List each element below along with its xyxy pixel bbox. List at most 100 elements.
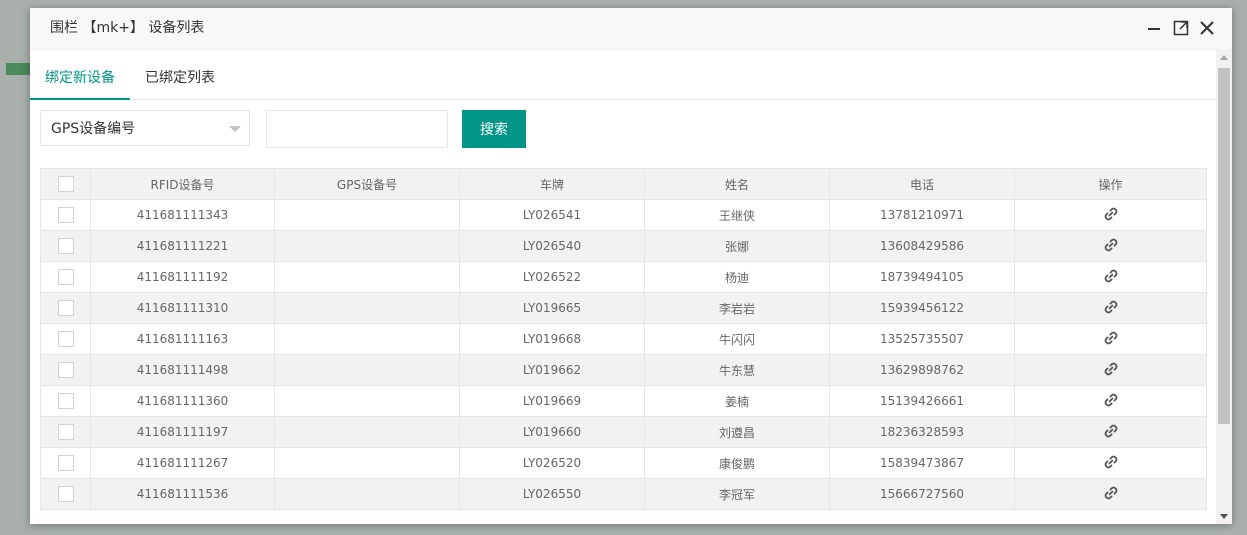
link-icon[interactable] xyxy=(1103,423,1119,442)
cell-rfid: 411681111536 xyxy=(90,478,275,510)
header-phone[interactable]: 电话 xyxy=(829,168,1015,200)
row-select-cell xyxy=(40,230,91,262)
header-plate[interactable]: 车牌 xyxy=(459,168,645,200)
link-icon[interactable] xyxy=(1103,392,1119,411)
header-name[interactable]: 姓名 xyxy=(644,168,830,200)
row-checkbox[interactable] xyxy=(57,393,74,409)
header-select-all-cell xyxy=(40,168,91,200)
cell-plate: LY019665 xyxy=(459,292,645,324)
maximize-icon[interactable] xyxy=(1172,19,1190,37)
table-row[interactable]: 411681111221 LY026540 张娜 13608429586 xyxy=(40,230,1207,262)
row-select-cell xyxy=(40,199,91,231)
cell-phone: 15139426661 xyxy=(829,385,1015,417)
cell-action xyxy=(1014,478,1207,510)
cell-phone: 15839473867 xyxy=(829,447,1015,479)
minimize-icon[interactable] xyxy=(1145,19,1163,37)
cell-name: 李冠军 xyxy=(644,478,830,510)
cell-phone: 13608429586 xyxy=(829,230,1015,262)
cell-rfid: 411681111360 xyxy=(90,385,275,417)
row-checkbox[interactable] xyxy=(57,300,74,316)
row-select-cell xyxy=(40,385,91,417)
search-button[interactable]: 搜索 xyxy=(462,110,526,148)
cell-plate: LY019662 xyxy=(459,354,645,386)
table-row[interactable]: 411681111197 LY019660 刘遵昌 18236328593 xyxy=(40,416,1207,448)
table-row[interactable]: 411681111267 LY026520 康俊鹏 15839473867 xyxy=(40,447,1207,479)
cell-gps xyxy=(274,354,460,386)
row-checkbox[interactable] xyxy=(57,424,74,440)
tab-bar: 绑定新设备 已绑定列表 xyxy=(30,50,1216,100)
row-checkbox[interactable] xyxy=(57,331,74,347)
select-all-checkbox[interactable] xyxy=(57,176,74,192)
cell-phone: 13525735507 xyxy=(829,323,1015,355)
cell-plate: LY026540 xyxy=(459,230,645,262)
cell-plate: LY019669 xyxy=(459,385,645,417)
cell-phone: 15666727560 xyxy=(829,478,1015,510)
cell-name: 王继侠 xyxy=(644,199,830,231)
cell-action xyxy=(1014,385,1207,417)
table-row[interactable]: 411681111310 LY019665 李岩岩 15939456122 xyxy=(40,292,1207,324)
dialog-title: 围栏 【mk+】 设备列表 xyxy=(50,20,205,36)
cell-phone: 18236328593 xyxy=(829,416,1015,448)
cell-gps xyxy=(274,478,460,510)
cell-phone: 13781210971 xyxy=(829,199,1015,231)
cell-action xyxy=(1014,354,1207,386)
cell-name: 杨迪 xyxy=(644,261,830,293)
search-field-select[interactable]: GPS设备编号 xyxy=(40,110,250,146)
header-action: 操作 xyxy=(1014,168,1207,200)
link-icon[interactable] xyxy=(1103,330,1119,349)
cell-gps xyxy=(274,199,460,231)
dialog-scrollbar[interactable] xyxy=(1216,50,1232,524)
link-icon[interactable] xyxy=(1103,237,1119,256)
cell-rfid: 411681111310 xyxy=(90,292,275,324)
cell-phone: 18739494105 xyxy=(829,261,1015,293)
tab-bind-new-device[interactable]: 绑定新设备 xyxy=(30,50,130,100)
table-row[interactable]: 411681111498 LY019662 牛东慧 13629898762 xyxy=(40,354,1207,386)
cell-rfid: 411681111192 xyxy=(90,261,275,293)
table-row[interactable]: 411681111536 LY026550 李冠军 15666727560 xyxy=(40,478,1207,510)
cell-action xyxy=(1014,292,1207,324)
scroll-down-icon[interactable] xyxy=(1220,514,1228,519)
link-icon[interactable] xyxy=(1103,454,1119,473)
tab-bound-list[interactable]: 已绑定列表 xyxy=(130,50,230,98)
header-rfid[interactable]: RFID设备号 xyxy=(90,168,275,200)
row-checkbox[interactable] xyxy=(57,455,74,471)
cell-action xyxy=(1014,447,1207,479)
search-input[interactable] xyxy=(266,110,448,148)
scrollbar-thumb[interactable] xyxy=(1218,68,1230,424)
table-row[interactable]: 411681111360 LY019669 姜楠 15139426661 xyxy=(40,385,1207,417)
table-row[interactable]: 411681111343 LY026541 王继侠 13781210971 xyxy=(40,199,1207,231)
link-icon[interactable] xyxy=(1103,485,1119,504)
cell-gps xyxy=(274,385,460,417)
chevron-down-icon xyxy=(229,126,241,132)
close-icon[interactable] xyxy=(1198,19,1216,37)
cell-gps xyxy=(274,261,460,293)
cell-name: 姜楠 xyxy=(644,385,830,417)
row-checkbox[interactable] xyxy=(57,269,74,285)
link-icon[interactable] xyxy=(1103,206,1119,225)
row-checkbox[interactable] xyxy=(57,238,74,254)
scroll-up-icon[interactable] xyxy=(1220,55,1228,60)
row-checkbox[interactable] xyxy=(57,362,74,378)
dialog-title-bar[interactable]: 围栏 【mk+】 设备列表 xyxy=(30,8,1232,50)
cell-action xyxy=(1014,199,1207,231)
table-row[interactable]: 411681111192 LY026522 杨迪 18739494105 xyxy=(40,261,1207,293)
cell-rfid: 411681111498 xyxy=(90,354,275,386)
header-gps[interactable]: GPS设备号 xyxy=(274,168,460,200)
cell-name: 刘遵昌 xyxy=(644,416,830,448)
cell-plate: LY026541 xyxy=(459,199,645,231)
table-header-row: RFID设备号 GPS设备号 车牌 姓名 电话 操作 xyxy=(40,168,1207,200)
cell-name: 李岩岩 xyxy=(644,292,830,324)
link-icon[interactable] xyxy=(1103,299,1119,318)
cell-plate: LY026550 xyxy=(459,478,645,510)
row-checkbox[interactable] xyxy=(57,486,74,502)
cell-plate: LY026522 xyxy=(459,261,645,293)
cell-plate: LY019660 xyxy=(459,416,645,448)
row-select-cell xyxy=(40,416,91,448)
table-row[interactable]: 411681111163 LY019668 牛闪闪 13525735507 xyxy=(40,323,1207,355)
cell-gps xyxy=(274,292,460,324)
cell-gps xyxy=(274,323,460,355)
row-checkbox[interactable] xyxy=(57,207,74,223)
link-icon[interactable] xyxy=(1103,361,1119,380)
cell-action xyxy=(1014,416,1207,448)
link-icon[interactable] xyxy=(1103,268,1119,287)
